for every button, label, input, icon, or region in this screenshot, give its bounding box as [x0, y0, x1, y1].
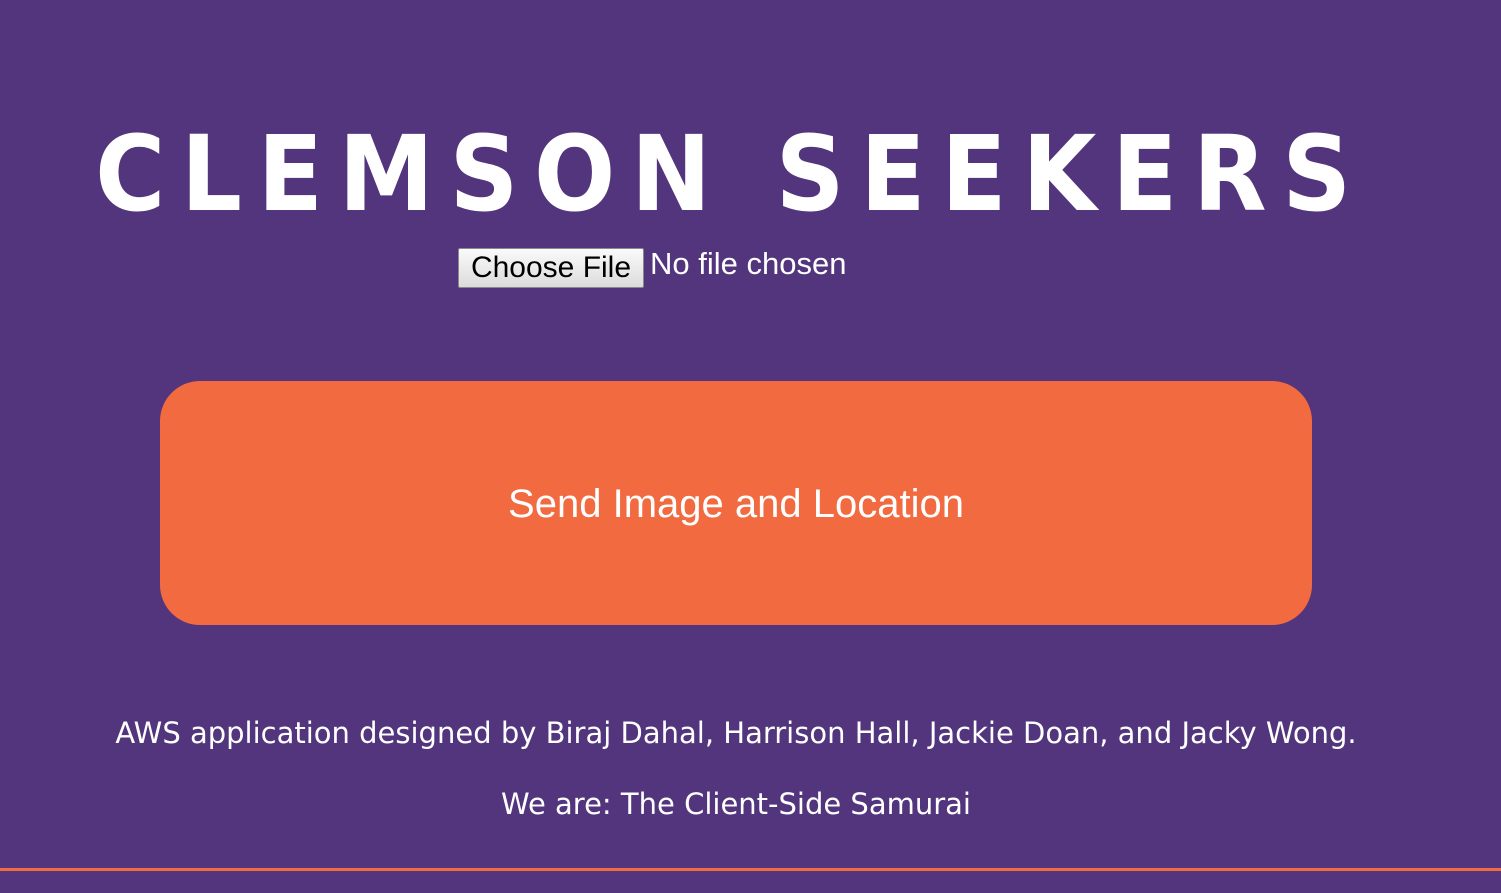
file-upload-row: Choose File No file chosen — [458, 246, 847, 288]
choose-file-button[interactable]: Choose File — [458, 248, 644, 288]
footer-divider — [0, 868, 1501, 871]
credits-text: AWS application designed by Biraj Dahal,… — [115, 716, 1357, 750]
team-text: We are: The Client-Side Samurai — [501, 787, 971, 821]
file-status-text: No file chosen — [650, 246, 847, 281]
page: CLEMSON SEEKERS Choose File No file chos… — [0, 0, 1501, 893]
send-image-location-button[interactable]: Send Image and Location — [160, 381, 1312, 625]
page-title: CLEMSON SEEKERS — [95, 112, 1367, 235]
